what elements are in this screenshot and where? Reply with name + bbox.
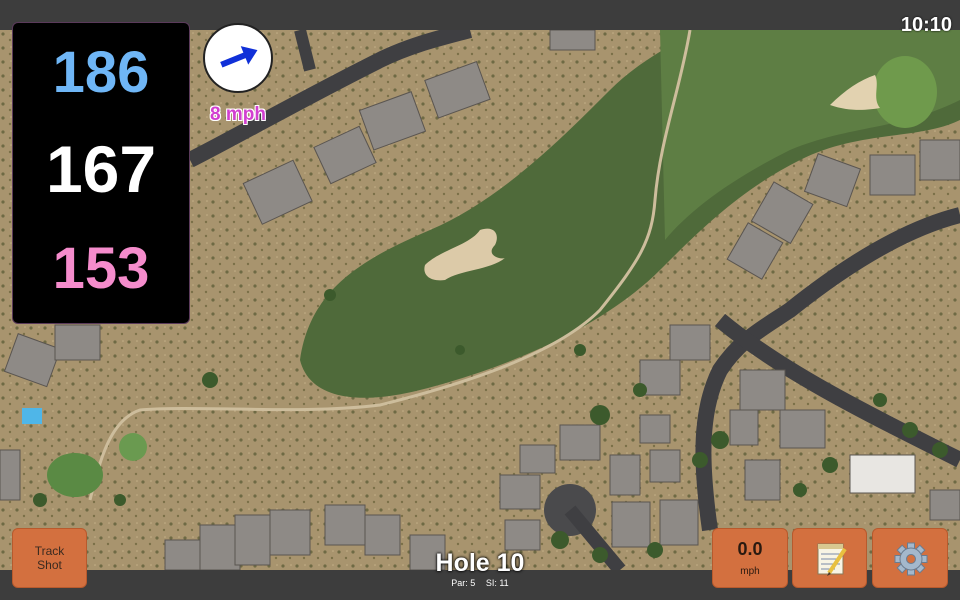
track-shot-label: Track Shot (35, 544, 65, 572)
status-time: 10:10 (900, 14, 952, 36)
hole-subtitle: Par: 5 SI: 11 (380, 578, 580, 588)
speed-button[interactable]: 0.0 mph (712, 528, 788, 588)
speed-unit: mph (740, 566, 760, 577)
hole-par: Par: 5 (451, 578, 476, 588)
notepad-icon (817, 543, 847, 576)
gear-icon (894, 542, 928, 576)
hole-stroke-index: SI: 11 (485, 578, 509, 588)
track-shot-button[interactable]: Track Shot (12, 528, 87, 588)
distance-back: 186 (52, 40, 150, 105)
distance-center: 167 (45, 132, 157, 206)
wind-speed-label: 8 mph (210, 104, 266, 125)
settings-button[interactable] (872, 528, 948, 588)
track-shot-line1: Track (34, 544, 65, 558)
speed-value: 0.0 (737, 539, 763, 559)
distance-panel: 186 167 153 (12, 22, 190, 324)
track-shot-line2: Shot (37, 558, 62, 572)
distance-front: 153 (52, 236, 150, 301)
notes-button[interactable] (792, 528, 867, 588)
wind-direction-dial (203, 23, 273, 93)
hole-title: Hole 10 (435, 549, 525, 577)
wind-arrow-icon (220, 46, 258, 68)
